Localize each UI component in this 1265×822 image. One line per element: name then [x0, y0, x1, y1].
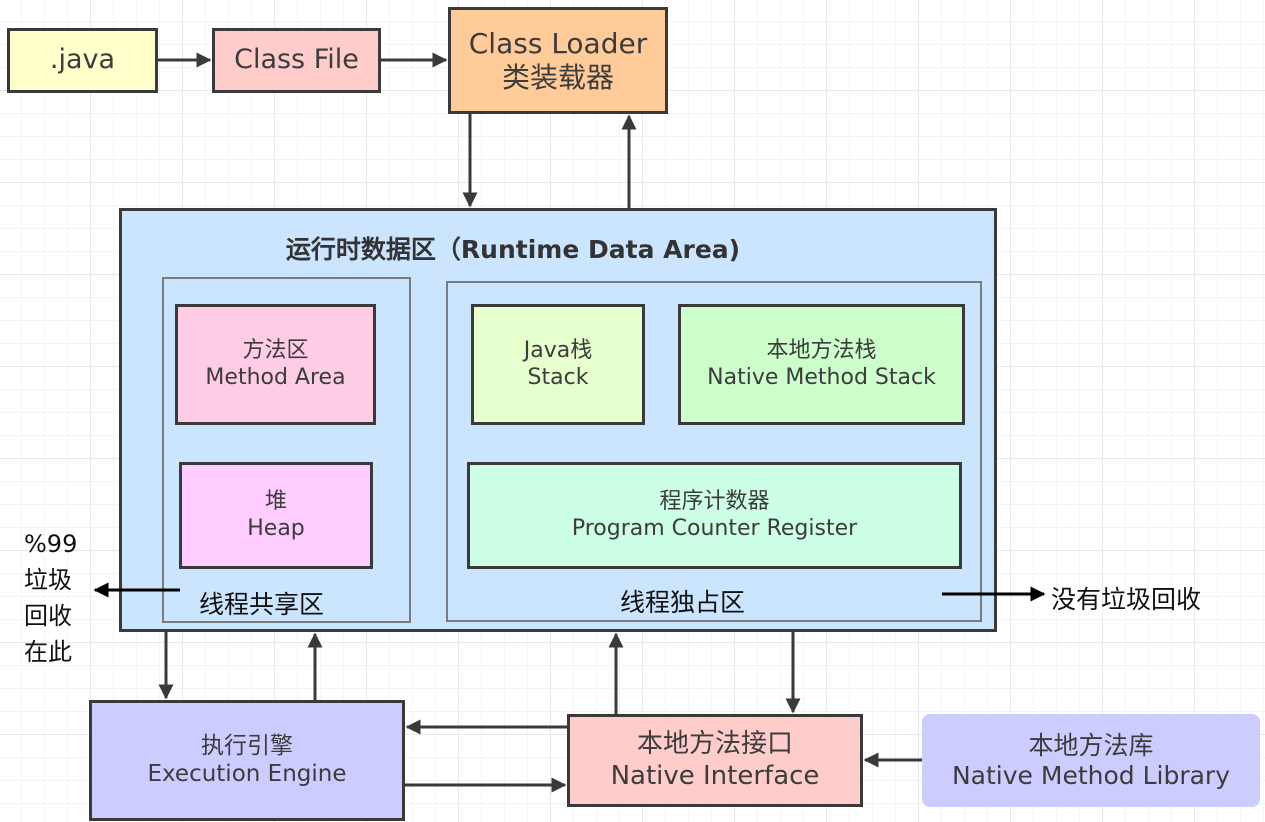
java-stack-label-zh: Java栈 — [523, 338, 593, 364]
class-loader-label-zh: 类装载器 — [501, 60, 614, 94]
no-gc-annotation: 没有垃圾回收 — [1051, 585, 1202, 614]
method-area-label-zh: 方法区 — [242, 338, 309, 364]
pc-register-node[interactable]: 程序计数器 Program Counter Register — [467, 462, 962, 569]
native-library-label-zh: 本地方法库 — [1028, 730, 1154, 760]
java-file-label: .java — [49, 44, 116, 76]
native-library-node[interactable]: 本地方法库 Native Method Library — [922, 714, 1260, 807]
heap-label-zh: 堆 — [264, 489, 287, 515]
native-method-stack-label-zh: 本地方法栈 — [766, 338, 877, 364]
native-method-stack-node[interactable]: 本地方法栈 Native Method Stack — [678, 304, 965, 425]
class-file-label: Class File — [234, 44, 359, 76]
java-file-node[interactable]: .java — [7, 28, 158, 93]
native-interface-label-en: Native Interface — [610, 760, 820, 791]
class-file-node[interactable]: Class File — [212, 28, 381, 93]
thread-shared-label: 线程共享区 — [199, 590, 325, 619]
gc-here-line: 垃圾 — [24, 566, 72, 594]
method-area-node[interactable]: 方法区 Method Area — [175, 304, 376, 425]
gc-here-line: %99 — [24, 530, 78, 558]
java-stack-node[interactable]: Java栈 Stack — [471, 304, 645, 425]
pc-register-label-en: Program Counter Register — [571, 515, 858, 541]
native-method-stack-label-en: Native Method Stack — [707, 364, 936, 390]
class-loader-label-en: Class Loader — [468, 26, 648, 60]
native-library-label-en: Native Method Library — [951, 760, 1230, 790]
class-loader-node[interactable]: Class Loader 类装载器 — [448, 7, 668, 114]
pc-register-label-zh: 程序计数器 — [659, 489, 770, 515]
gc-here-line: 在此 — [24, 638, 72, 666]
native-interface-node[interactable]: 本地方法接口 Native Interface — [567, 714, 863, 807]
heap-label-en: Heap — [247, 515, 305, 541]
java-stack-label-en: Stack — [527, 364, 589, 390]
gc-here-annotation: %99 垃圾 回收 在此 — [24, 526, 77, 670]
native-interface-label-zh: 本地方法接口 — [636, 729, 793, 760]
gc-here-line: 回收 — [24, 602, 72, 630]
execution-engine-node[interactable]: 执行引擎 Execution Engine — [89, 700, 405, 821]
execution-engine-label-zh: 执行引擎 — [201, 732, 293, 759]
execution-engine-label-en: Execution Engine — [147, 760, 347, 787]
runtime-data-area-title: 运行时数据区（Runtime Data Area) — [285, 235, 741, 264]
heap-node[interactable]: 堆 Heap — [179, 462, 373, 569]
thread-exclusive-label: 线程独占区 — [620, 588, 746, 617]
method-area-label-en: Method Area — [205, 364, 346, 390]
